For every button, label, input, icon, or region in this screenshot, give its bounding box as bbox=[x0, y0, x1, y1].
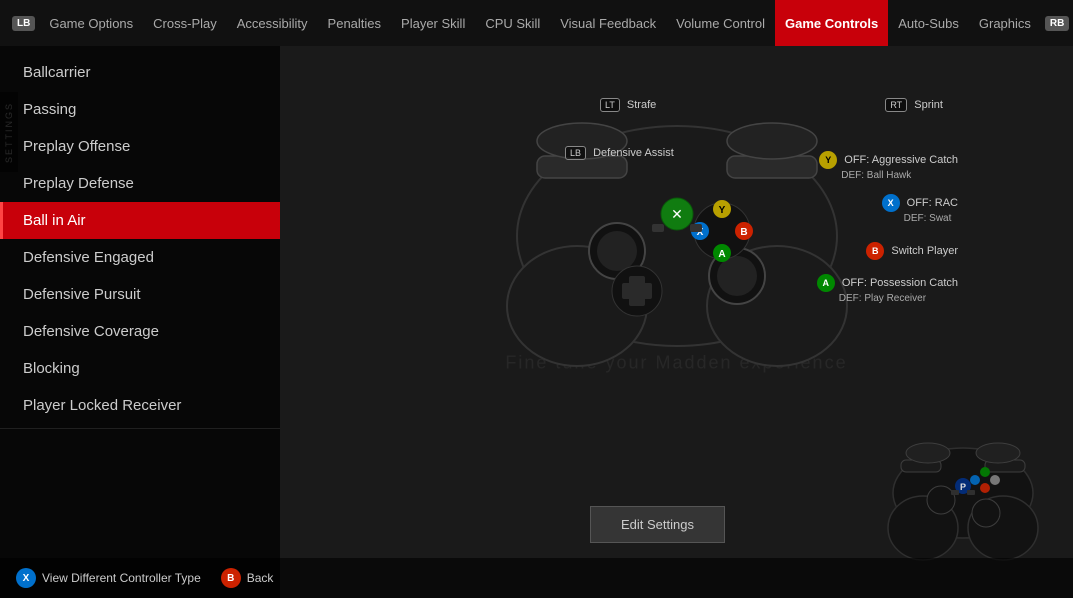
strafe-label: LT Strafe bbox=[600, 98, 656, 112]
sprint-text: Sprint bbox=[914, 99, 943, 111]
svg-text:P: P bbox=[960, 482, 966, 492]
x-label1-text: OFF: RAC bbox=[907, 197, 958, 209]
nav-cross-play[interactable]: Cross-Play bbox=[143, 0, 227, 46]
back-action[interactable]: B Back bbox=[221, 568, 274, 588]
a-badge: A bbox=[817, 274, 835, 292]
a-label2-text: DEF: Play Receiver bbox=[839, 293, 958, 304]
y-label1-text: OFF: Aggressive Catch bbox=[844, 154, 958, 166]
sidebar-item-preplay-offense[interactable]: Preplay Offense bbox=[0, 128, 280, 165]
x-badge: X bbox=[882, 194, 900, 212]
y-badge: Y bbox=[819, 151, 837, 169]
nav-cpu-skill[interactable]: CPU Skill bbox=[475, 0, 550, 46]
b-label-text: Switch Player bbox=[891, 245, 958, 257]
sidebar-item-ballcarrier[interactable]: Ballcarrier bbox=[0, 54, 280, 91]
sidebar-item-13 bbox=[0, 481, 280, 505]
nav-penalties[interactable]: Penalties bbox=[318, 0, 391, 46]
nav-graphics[interactable]: Graphics bbox=[969, 0, 1041, 46]
y-button-label: Y OFF: Aggressive Catch DEF: Ball Hawk bbox=[819, 151, 958, 181]
a-button-label: A OFF: Possession Catch DEF: Play Receiv… bbox=[817, 274, 958, 304]
sidebar-item-passing[interactable]: Passing bbox=[0, 91, 280, 128]
sidebar-item-11 bbox=[0, 433, 280, 457]
b-badge: B bbox=[866, 242, 884, 260]
b-button-badge: B bbox=[221, 568, 241, 588]
x-button-label: X OFF: RAC DEF: Swat bbox=[882, 194, 958, 224]
sidebar: Ballcarrier Passing Preplay Offense Prep… bbox=[0, 46, 280, 598]
nav-game-options[interactable]: Game Options bbox=[39, 0, 143, 46]
sidebar-item-defensive-pursuit[interactable]: Defensive Pursuit bbox=[0, 276, 280, 313]
sidebar-item-ball-in-air[interactable]: Ball in Air bbox=[0, 202, 280, 239]
edit-settings-button[interactable]: Edit Settings bbox=[590, 506, 725, 543]
sidebar-item-player-locked-receiver[interactable]: Player Locked Receiver bbox=[0, 387, 280, 424]
nav-game-controls[interactable]: Game Controls bbox=[775, 0, 888, 46]
defensive-assist-text: Defensive Assist bbox=[593, 147, 674, 159]
top-navigation: LB Game Options Cross-Play Accessibility… bbox=[0, 0, 1073, 46]
view-controller-label: View Different Controller Type bbox=[42, 571, 201, 585]
nav-auto-subs[interactable]: Auto-Subs bbox=[888, 0, 969, 46]
y-label2-text: DEF: Ball Hawk bbox=[841, 170, 958, 181]
bottom-bar: X View Different Controller Type B Back bbox=[0, 558, 1073, 598]
b-button-label: B Switch Player bbox=[866, 242, 958, 260]
defensive-assist-label: LB Defensive Assist bbox=[565, 146, 674, 160]
sprint-label: RT Sprint bbox=[885, 98, 943, 112]
nav-player-skill[interactable]: Player Skill bbox=[391, 0, 475, 46]
rb-badge[interactable]: RB bbox=[1045, 16, 1069, 31]
controller-area: Settings Fine tune your Madden experienc… bbox=[280, 46, 1073, 598]
rt-badge: RT bbox=[885, 98, 907, 112]
small-controller-image: ✕ P bbox=[873, 428, 1053, 568]
nav-accessibility[interactable]: Accessibility bbox=[227, 0, 318, 46]
view-controller-action[interactable]: X View Different Controller Type bbox=[16, 568, 201, 588]
sidebar-item-12 bbox=[0, 457, 280, 481]
main-content: SETTINGS Ballcarrier Passing Preplay Off… bbox=[0, 46, 1073, 598]
lt-badge: LT bbox=[600, 98, 620, 112]
x-label2-text: DEF: Swat bbox=[904, 213, 958, 224]
a-label1-text: OFF: Possession Catch bbox=[842, 277, 958, 289]
sidebar-item-defensive-coverage[interactable]: Defensive Coverage bbox=[0, 313, 280, 350]
strafe-text: Strafe bbox=[627, 99, 656, 111]
x-button-badge: X bbox=[16, 568, 36, 588]
nav-volume-control[interactable]: Volume Control bbox=[666, 0, 775, 46]
back-label: Back bbox=[247, 571, 274, 585]
sidebar-item-blocking[interactable]: Blocking bbox=[0, 350, 280, 387]
lb-badge[interactable]: LB bbox=[12, 16, 35, 31]
nav-visual-feedback[interactable]: Visual Feedback bbox=[550, 0, 666, 46]
sidebar-item-defensive-engaged[interactable]: Defensive Engaged bbox=[0, 239, 280, 276]
lb-ctrl-badge: LB bbox=[565, 146, 586, 160]
sidebar-divider bbox=[0, 428, 280, 429]
sidebar-item-preplay-defense[interactable]: Preplay Defense bbox=[0, 165, 280, 202]
